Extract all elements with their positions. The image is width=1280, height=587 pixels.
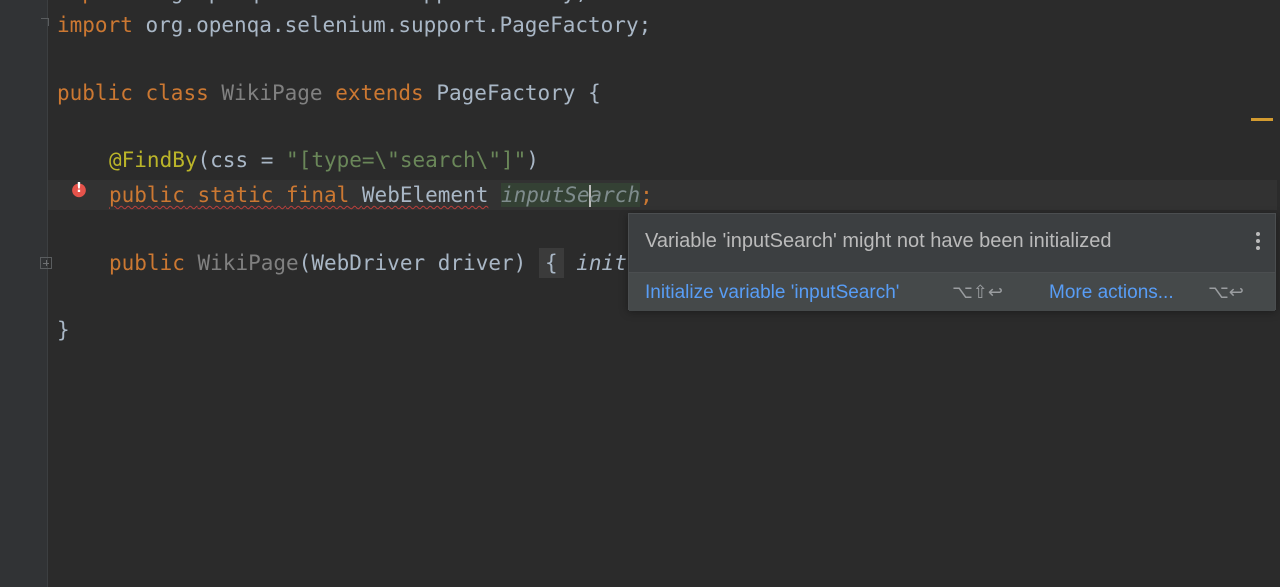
warning-stripe-marker[interactable] xyxy=(1251,118,1273,121)
annotation-findby: @FindBy xyxy=(109,148,198,172)
inspection-message: Variable 'inputSearch' might not have be… xyxy=(645,230,1112,252)
inspection-popup: Variable 'inputSearch' might not have be… xyxy=(628,213,1276,311)
close-brace: } xyxy=(57,318,70,342)
parent-class: PageFactory xyxy=(436,81,576,105)
initialize-shortcut: ⌥⇧↩ xyxy=(952,282,1003,303)
code-editor[interactable]: import org.openqa.selenium.support.FindB… xyxy=(0,0,1280,587)
fold-expand-icon[interactable] xyxy=(40,257,52,269)
annotation-args-open: (css = xyxy=(197,148,287,172)
keyword-class: class xyxy=(145,81,209,105)
import-path: org.openqa.selenium.support.PageFactory; xyxy=(132,13,652,37)
keyword-static: static xyxy=(197,183,274,207)
code-line-8[interactable]: public WikiPage(WebDriver driver) { init xyxy=(109,248,627,278)
more-actions-link[interactable]: More actions... xyxy=(1049,282,1174,304)
param-type: WebDriver xyxy=(311,251,426,275)
folded-body[interactable]: { xyxy=(538,248,564,278)
init-call: init xyxy=(576,251,627,275)
code-line-5[interactable]: @FindBy(css = "[type=\"search\"]") xyxy=(109,145,539,175)
code-line-3[interactable]: public class WikiPage extends PageFactor… xyxy=(57,78,601,108)
semicolon: ; xyxy=(640,183,653,207)
keyword-public: public xyxy=(57,81,133,105)
code-line-1[interactable]: import org.openqa.selenium.support.PageF… xyxy=(57,10,651,40)
initialize-variable-action[interactable]: Initialize variable 'inputSearch' xyxy=(645,282,899,304)
keyword-final: final xyxy=(286,183,350,207)
error-bulb-icon[interactable]: ●! xyxy=(70,179,88,201)
param-name: driver xyxy=(425,251,514,275)
open-brace: { xyxy=(588,81,601,105)
code-line-6-current[interactable]: public static final WebElement inputSear… xyxy=(48,180,1277,210)
keyword-import: import xyxy=(57,13,133,37)
type-webelement: WebElement xyxy=(361,183,489,207)
fold-marker-import[interactable] xyxy=(41,18,49,26)
field-input-search[interactable]: inputSearch xyxy=(501,183,641,207)
keyword-public: public xyxy=(109,183,185,207)
params-close: ) xyxy=(513,251,527,275)
keyword-public: public xyxy=(109,251,185,275)
class-name: WikiPage xyxy=(221,81,323,105)
params-open: ( xyxy=(298,251,312,275)
css-selector-string: "[type=\"search\"]" xyxy=(286,148,527,172)
more-actions-shortcut: ⌥↩ xyxy=(1208,282,1244,303)
code-line-10[interactable]: } xyxy=(57,315,70,345)
code-line-partial: import org.openqa.selenium.support.FindB… xyxy=(57,0,588,4)
constructor-name: WikiPage xyxy=(197,251,299,275)
editor-gutter[interactable] xyxy=(0,0,48,587)
popup-actions-bar: Initialize variable 'inputSearch' ⌥⇧↩ Mo… xyxy=(629,272,1275,311)
annotation-args-close: ) xyxy=(526,148,539,172)
more-vertical-icon[interactable] xyxy=(1255,232,1261,254)
keyword-extends: extends xyxy=(335,81,424,105)
